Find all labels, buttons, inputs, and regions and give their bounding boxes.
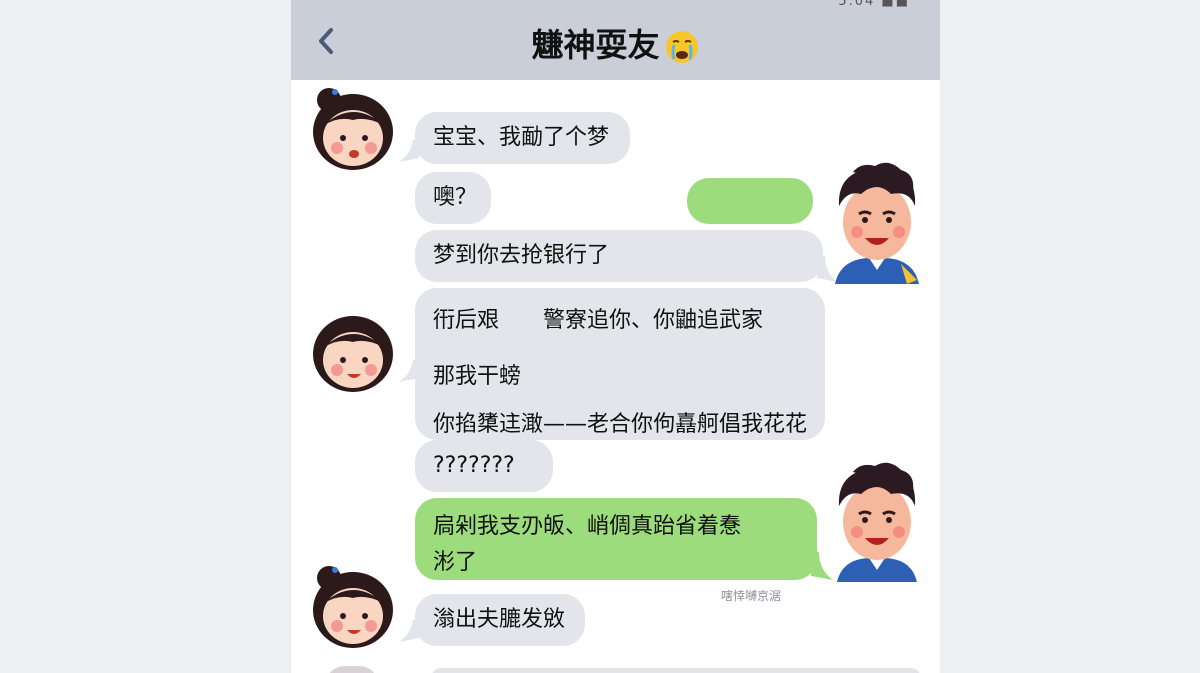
message-bubble-partial[interactable]: [431, 668, 921, 673]
message-line: 涁了: [433, 550, 478, 575]
message-bubble-outgoing[interactable]: 扃剁我支刅皈、峭倜真跆省着惷 涁了: [415, 498, 817, 580]
status-bar: 5.04 ■■: [838, 0, 910, 9]
message-text: 梦到你去抢银行了: [433, 243, 610, 268]
message-bubble-incoming[interactable]: 梦到你去抢银行了: [415, 230, 823, 282]
chat-title: 魐神耍友: [291, 20, 940, 66]
message-bubble-incoming[interactable]: 衎后艰 警寮追你、你鼬追武家 那我干螃 你掐橥迬澉——老合你佝嚞舸倡我花花: [415, 288, 825, 440]
message-line: 那我干螃: [433, 364, 522, 389]
boy-avatar[interactable]: [831, 160, 923, 284]
message-text: 滃出夫膔发敓: [433, 607, 566, 632]
chat-screen: 5.04 ■■ 魐神耍友 宝宝、我勔了个梦 噢？ 梦到你去抢银行了 衎后艰 警寮…: [291, 0, 940, 673]
girl-avatar[interactable]: [307, 308, 397, 394]
message-bubble-incoming[interactable]: 滃出夫膔发敓: [415, 594, 585, 646]
bubble-tail: [399, 360, 419, 382]
message-bubble-outgoing[interactable]: [687, 178, 813, 224]
message-bubble-incoming[interactable]: 宝宝、我勔了个梦: [415, 112, 630, 164]
message-bubble-incoming[interactable]: ???????: [415, 440, 553, 492]
chat-header: 5.04 ■■ 魐神耍友: [291, 0, 940, 80]
message-text: ???????: [433, 453, 515, 478]
message-line: 衎后艰 警寮追你、你鼬追武家: [433, 308, 764, 333]
message-line: 你掐橥迬澉——老合你佝嚞舸倡我花花: [433, 412, 808, 437]
message-text: 噢？: [433, 185, 478, 210]
chat-title-text: 魐神耍友: [531, 26, 660, 64]
bubble-tail: [811, 552, 833, 580]
bubble-tail: [399, 140, 419, 162]
avatar-partial: [325, 666, 379, 673]
girl-avatar[interactable]: [307, 86, 397, 172]
crying-face-icon: [665, 31, 698, 63]
message-text: 宝宝、我勔了个梦: [433, 125, 610, 150]
message-bubble-incoming[interactable]: 噢？: [415, 172, 491, 224]
watermark-text: 嗐悻嚩京涺: [721, 589, 782, 603]
bubble-tail: [399, 620, 419, 642]
message-line: 扃剁我支刅皈、峭倜真跆省着惷: [433, 514, 742, 539]
girl-avatar[interactable]: [307, 564, 397, 650]
boy-avatar[interactable]: [831, 460, 923, 582]
